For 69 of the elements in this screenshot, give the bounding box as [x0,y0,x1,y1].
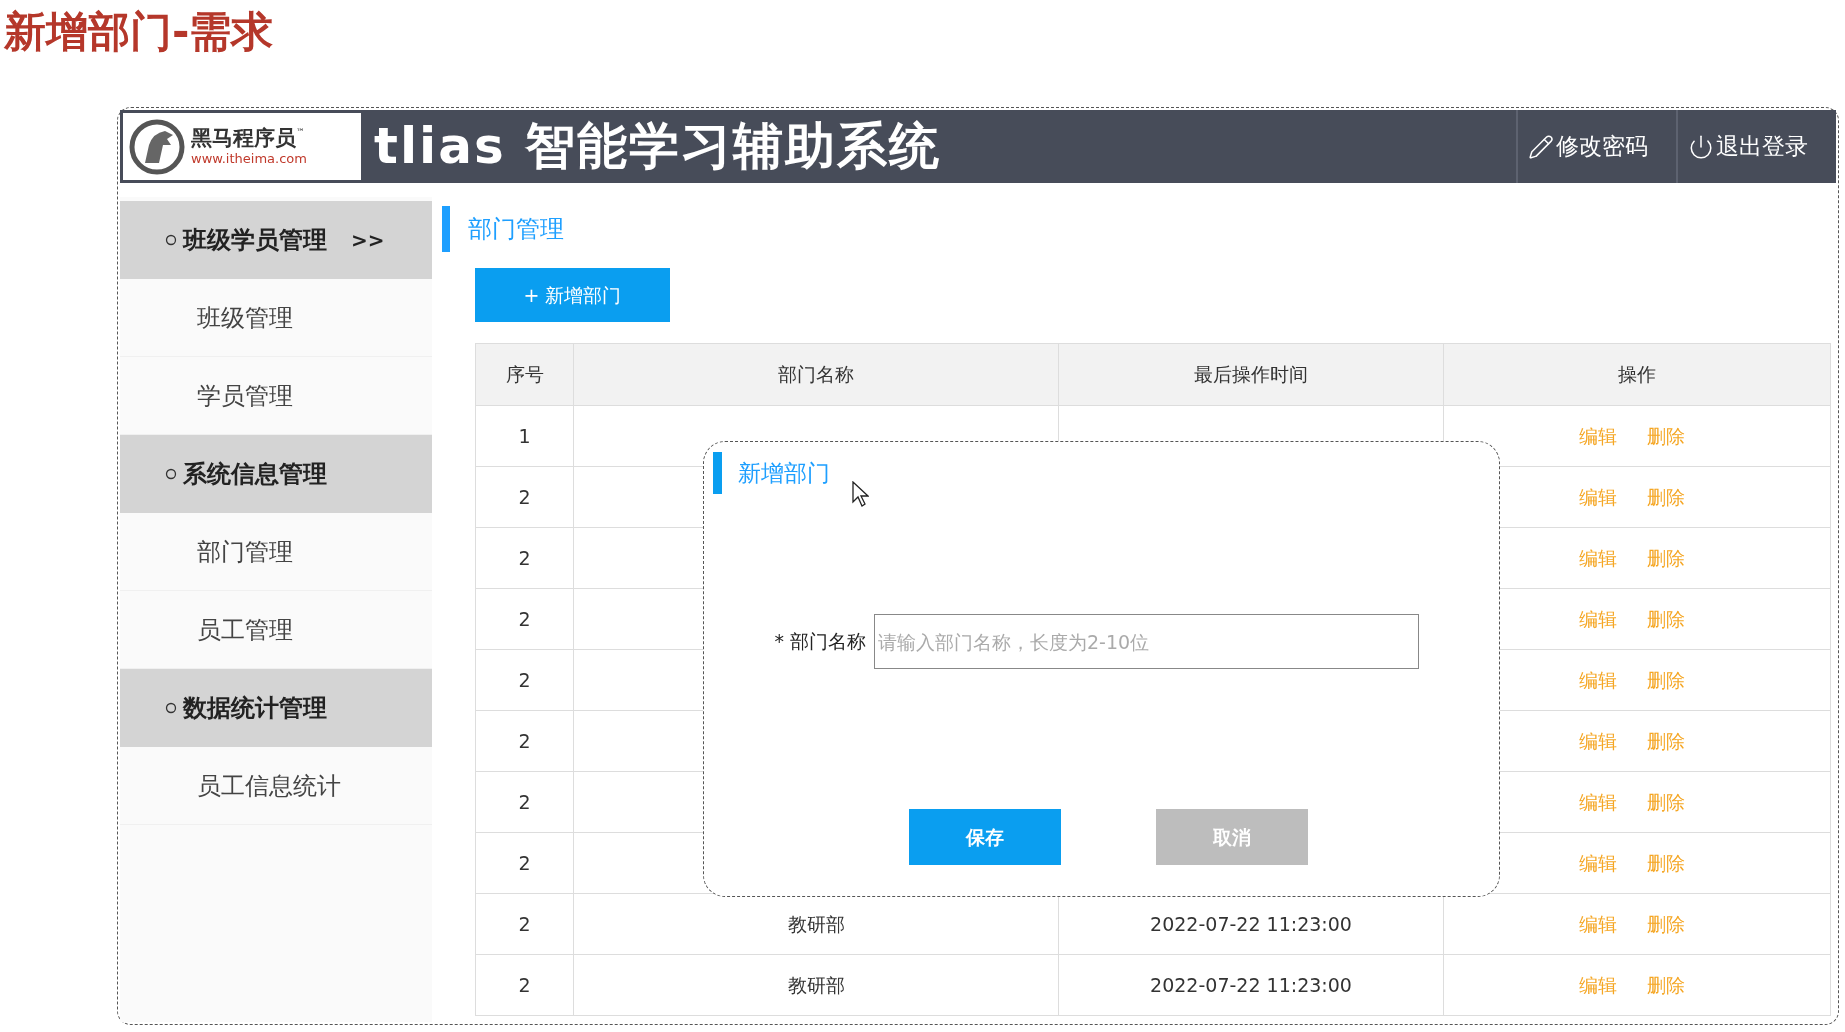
title-accent-bar [442,206,450,252]
table-cell: 2 [475,527,574,589]
department-name-field[interactable]: 请输入部门名称，长度为2-10位 [874,614,1419,669]
row-action-link[interactable]: 删除 [1647,970,1685,1000]
mouse-cursor-icon [852,481,869,507]
sidebar-item[interactable]: 员工信息统计 [120,747,432,825]
slide-title: 新增部门-需求 [3,6,275,58]
table-cell: 2 [475,893,574,955]
table-cell: 2 [475,771,574,833]
group-label: 系统信息管理 [183,459,327,490]
row-action-link[interactable]: 删除 [1647,604,1685,634]
sidebar-group-header[interactable]: 系统信息管理 [120,435,432,513]
column-header: 最后操作时间 [1058,343,1444,406]
row-action-link[interactable]: 编辑 [1579,482,1617,512]
row-action-link[interactable]: 编辑 [1579,909,1617,939]
sidebar-item[interactable]: 班级管理 [120,279,432,357]
table-cell: 2 [475,954,574,1016]
save-button[interactable]: 保存 [909,809,1061,865]
row-action-link[interactable]: 编辑 [1579,848,1617,878]
row-action-link[interactable]: 删除 [1647,665,1685,695]
column-header: 序号 [475,343,574,406]
header-action-button[interactable]: 修改密码 [1516,110,1676,183]
pencil-icon [1528,133,1554,160]
row-action-link[interactable]: 删除 [1647,421,1685,451]
row-action-link[interactable]: 编辑 [1579,970,1617,1000]
dialog-title: 新增部门 [738,458,830,488]
circle-bullet-icon [165,234,177,246]
group-label: 班级学员管理 [183,225,327,256]
table-cell: 2 [475,710,574,772]
row-action-link[interactable]: 编辑 [1579,726,1617,756]
cancel-button[interactable]: 取消 [1156,809,1308,865]
sidebar-group-header[interactable]: 数据统计管理 [120,669,432,747]
row-action-link[interactable]: 编辑 [1579,604,1617,634]
field-label: * 部门名称 [773,629,867,655]
expand-arrow: >> [351,227,385,254]
sidebar-group-header[interactable]: 班级学员管理 >> [120,201,432,279]
row-action-link[interactable]: 删除 [1647,909,1685,939]
circle-bullet-icon [165,468,177,480]
logo-name: 黑马程序员 [191,128,296,149]
row-action-link[interactable]: 编辑 [1579,421,1617,451]
row-action-link[interactable]: 编辑 [1579,543,1617,573]
row-action-link[interactable]: 编辑 [1579,665,1617,695]
table-cell: 2022-07-22 11:23:00 [1058,954,1444,1016]
table-cell: 教研部 [573,954,1059,1016]
row-action-link[interactable]: 编辑 [1579,787,1617,817]
horse-head-logo-icon [129,118,185,175]
row-action-link[interactable]: 删除 [1647,848,1685,878]
add-department-button[interactable]: + 新增部门 [475,268,670,322]
column-header: 操作 [1443,343,1831,406]
page-title: 部门管理 [468,214,564,245]
system-title: tlias 智能学习辅助系统 [373,116,943,177]
row-action-link[interactable]: 删除 [1647,543,1685,573]
table-cell: 2 [475,588,574,650]
title-accent-bar [713,452,722,494]
table-cell: 1 [475,405,574,467]
row-action-link[interactable]: 删除 [1647,787,1685,817]
circle-bullet-icon [165,702,177,714]
power-icon [1688,133,1714,160]
table-cell: 2 [475,832,574,894]
table-cell: 2 [475,649,574,711]
column-header: 部门名称 [573,343,1059,406]
header-action-button[interactable]: 退出登录 [1676,110,1836,183]
trademark: ™ [296,128,305,137]
group-label: 数据统计管理 [183,693,327,724]
row-action-link[interactable]: 删除 [1647,482,1685,512]
table-cell: 2 [475,466,574,528]
logo-url: www.itheima.com [191,152,307,165]
row-action-link[interactable]: 删除 [1647,726,1685,756]
sidebar-item[interactable]: 部门管理 [120,513,432,591]
